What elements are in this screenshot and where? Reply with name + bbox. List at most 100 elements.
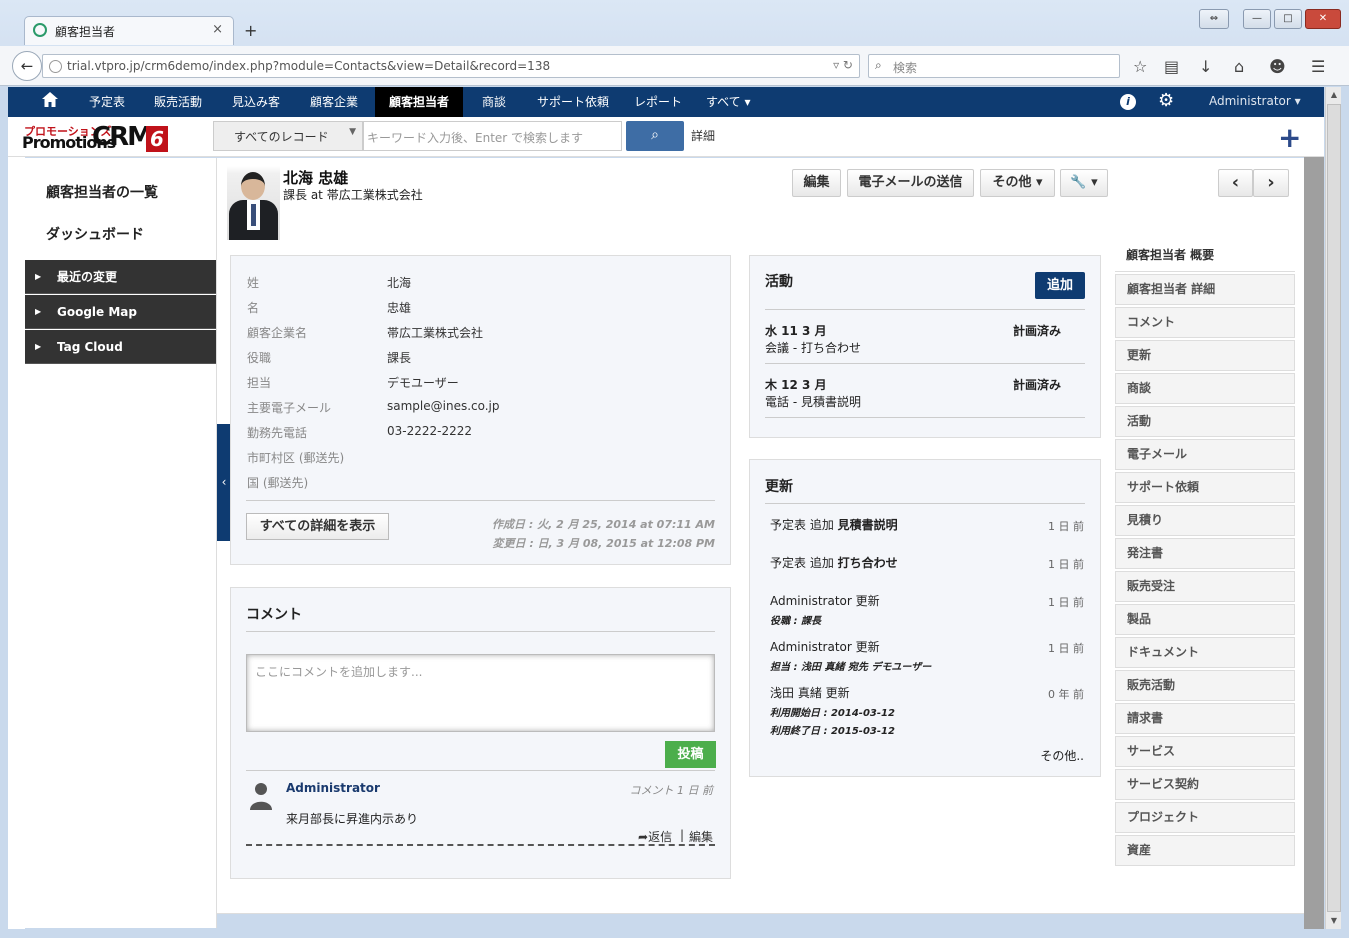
- tab-updates[interactable]: 更新: [1115, 340, 1295, 371]
- widget-recent-changes[interactable]: ▶ 最近の変更: [25, 260, 216, 294]
- tools-wrench-icon[interactable]: 🔧 ▾: [1060, 169, 1108, 197]
- gear-icon[interactable]: ⚙: [1158, 90, 1174, 111]
- field-value[interactable]: 北海: [387, 274, 411, 291]
- more-button[interactable]: その他 ▾: [980, 169, 1055, 197]
- nav-calendar[interactable]: 予定表: [89, 87, 125, 117]
- collapse-sidebar-icon[interactable]: ‹: [217, 424, 231, 541]
- nav-campaigns[interactable]: 販売活動: [154, 87, 202, 117]
- tab-deals[interactable]: 商談: [1115, 373, 1295, 404]
- tab-campaigns[interactable]: 販売活動: [1115, 670, 1295, 701]
- download-icon[interactable]: ↓: [1199, 57, 1212, 76]
- address-bar[interactable]: trial.vtpro.jp/crm6demo/index.php?module…: [42, 54, 860, 78]
- comment-author[interactable]: Administrator: [286, 781, 380, 795]
- page-scrollbar[interactable]: ▲ ▼: [1325, 87, 1341, 929]
- tab-assets[interactable]: 資産: [1115, 835, 1295, 866]
- tab-activities[interactable]: 活動: [1115, 406, 1295, 437]
- menu-icon[interactable]: ☰: [1311, 57, 1325, 76]
- maximize-window-icon[interactable]: □: [1274, 9, 1302, 29]
- reload-icon[interactable]: ▿ ↻: [833, 58, 853, 72]
- comment-text: 来月部長に昇進内示あり: [286, 812, 419, 826]
- scroll-thumb[interactable]: [1327, 104, 1341, 912]
- info-icon[interactable]: i: [1120, 94, 1136, 110]
- tab-invoices[interactable]: 請求書: [1115, 703, 1295, 734]
- field-label: 主要電子メール: [247, 401, 332, 415]
- browser-tab[interactable]: 顧客担当者 ×: [24, 16, 234, 45]
- back-arrow-icon[interactable]: ←: [12, 51, 42, 81]
- post-comment-button[interactable]: 投稿: [665, 741, 716, 768]
- field-value[interactable]: 帯広工業株式会社: [387, 324, 483, 341]
- advanced-search-link[interactable]: 詳細: [691, 127, 715, 144]
- tab-comments[interactable]: コメント: [1115, 307, 1295, 338]
- field-label: 国 (郵送先): [247, 476, 309, 490]
- comment-textarea[interactable]: ここにコメントを追加します...: [246, 654, 715, 732]
- nav-deals[interactable]: 商談: [482, 87, 506, 117]
- tab-services[interactable]: サービス: [1115, 736, 1295, 767]
- activity-desc[interactable]: 電話 - 見積書説明: [765, 393, 861, 410]
- bookmark-star-icon[interactable]: ☆: [1133, 57, 1147, 76]
- field-value[interactable]: 課長: [387, 349, 411, 366]
- nav-support[interactable]: サポート依頼: [537, 87, 609, 117]
- activities-title: 活動: [765, 274, 793, 290]
- tab-purchase-orders[interactable]: 発注書: [1115, 538, 1295, 569]
- field-value[interactable]: 03-2222-2222: [387, 424, 472, 438]
- scroll-up-icon[interactable]: ▲: [1326, 87, 1342, 103]
- new-tab-button[interactable]: +: [244, 21, 257, 40]
- nav-leads[interactable]: 見込み客: [232, 87, 280, 117]
- tab-documents[interactable]: ドキュメント: [1115, 637, 1295, 668]
- app-nav: 予定表 販売活動 見込み客 顧客企業 顧客担当者 商談 サポート依頼 レポート …: [8, 87, 1324, 117]
- widget-tag-cloud[interactable]: ▶ Tag Cloud: [25, 330, 216, 364]
- send-email-button[interactable]: 電子メールの送信: [847, 169, 974, 197]
- show-all-details-button[interactable]: すべての詳細を表示: [246, 513, 389, 540]
- tab-service-contracts[interactable]: サービス契約: [1115, 769, 1295, 800]
- activity-status[interactable]: 計画済み: [1013, 376, 1061, 393]
- tab-sales-orders[interactable]: 販売受注: [1115, 571, 1295, 602]
- field-value[interactable]: 忠雄: [387, 299, 411, 316]
- home-icon[interactable]: ⌂: [1234, 57, 1244, 76]
- prev-record-icon[interactable]: ‹: [1218, 169, 1253, 197]
- tab-products[interactable]: 製品: [1115, 604, 1295, 635]
- tab-contact-detail[interactable]: 顧客担当者 詳細: [1115, 274, 1295, 305]
- widget-google-map[interactable]: ▶ Google Map: [25, 295, 216, 329]
- tab-contact-summary[interactable]: 顧客担当者 概要: [1115, 241, 1295, 272]
- activity-status[interactable]: 計画済み: [1013, 322, 1061, 339]
- nav-reports[interactable]: レポート: [634, 87, 682, 117]
- update-item: 予定表 追加 見積書説明: [770, 518, 898, 532]
- keyword-search-input[interactable]: キーワード入力後、Enter で検索します: [363, 121, 622, 151]
- promotions-crm-logo[interactable]: プロモーションズ Promotions CRM 6: [22, 120, 168, 153]
- home-icon[interactable]: [42, 92, 58, 107]
- nav-contacts[interactable]: 顧客担当者: [375, 87, 464, 117]
- tab-quotes[interactable]: 見積り: [1115, 505, 1295, 536]
- field-value[interactable]: sample@ines.co.jp: [387, 399, 500, 413]
- edit-button[interactable]: 編集: [792, 169, 841, 197]
- restore-window-icon[interactable]: ⇔: [1199, 9, 1229, 29]
- nav-accounts[interactable]: 顧客企業: [310, 87, 358, 117]
- search-button[interactable]: ⌕: [626, 121, 684, 151]
- browser-search-box[interactable]: ⌕ 検索: [868, 54, 1120, 78]
- divider: [765, 309, 1085, 310]
- update-detail: 役職 : 課長: [770, 616, 821, 627]
- activity-desc[interactable]: 会議 - 打ち合わせ: [765, 339, 861, 356]
- next-record-icon[interactable]: ›: [1253, 169, 1289, 197]
- edit-comment-link[interactable]: 編集: [689, 828, 713, 845]
- reading-list-icon[interactable]: ▤: [1164, 57, 1179, 76]
- field-value[interactable]: デモユーザー: [387, 374, 459, 391]
- sidebar-link-dashboard[interactable]: ダッシュボード: [46, 224, 144, 244]
- nav-all[interactable]: すべて ▾: [706, 87, 751, 117]
- user-menu[interactable]: Administrator ▾: [1209, 87, 1301, 115]
- tab-emails[interactable]: 電子メール: [1115, 439, 1295, 470]
- modified-date: 変更日 : 日, 3 月 08, 2015 at 12:08 PM: [492, 537, 715, 550]
- add-activity-button[interactable]: 追加: [1035, 272, 1085, 299]
- record-filter-select[interactable]: すべてのレコード ▼: [213, 121, 363, 151]
- reply-link[interactable]: ➦返信: [638, 828, 672, 845]
- chat-icon[interactable]: ☻: [1269, 57, 1286, 76]
- tab-close-icon[interactable]: ×: [212, 22, 223, 37]
- close-window-icon[interactable]: ✕: [1305, 9, 1341, 29]
- tab-projects[interactable]: プロジェクト: [1115, 802, 1295, 833]
- tab-support[interactable]: サポート依頼: [1115, 472, 1295, 503]
- field-label: 市町村区 (郵送先): [247, 451, 345, 465]
- quick-create-plus-icon[interactable]: +: [1278, 121, 1301, 154]
- sidebar-link-list[interactable]: 顧客担当者の一覧: [46, 182, 158, 202]
- scroll-down-icon[interactable]: ▼: [1326, 913, 1342, 929]
- minimize-window-icon[interactable]: —: [1243, 9, 1271, 29]
- more-updates-link[interactable]: その他..: [1040, 747, 1084, 764]
